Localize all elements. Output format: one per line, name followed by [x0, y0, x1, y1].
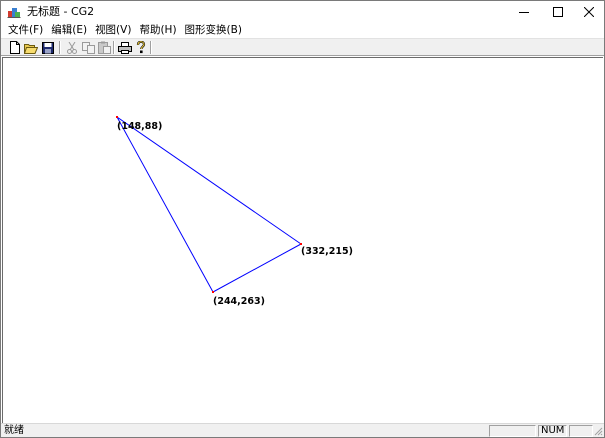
- print-button[interactable]: [117, 40, 133, 55]
- num-lock-indicator: NUM: [538, 425, 567, 437]
- cut-button[interactable]: [64, 40, 80, 55]
- new-button[interactable]: [7, 40, 23, 55]
- toolbar-separator: [150, 41, 152, 54]
- save-button[interactable]: [40, 40, 56, 55]
- vertex-point[interactable]: [300, 243, 302, 245]
- window-title: 无标题 - CG2: [27, 5, 95, 18]
- copy-icon: [81, 41, 95, 54]
- drawing-canvas[interactable]: (148,88) (332,215) (244,263): [2, 57, 603, 423]
- minimize-icon: [519, 12, 529, 13]
- vertex-label: (244,263): [213, 296, 265, 307]
- minimize-button[interactable]: [507, 1, 541, 23]
- menu-view[interactable]: 视图(V): [91, 24, 135, 37]
- status-pane-empty: [489, 425, 536, 437]
- vertex-label: (332,215): [301, 246, 353, 257]
- print-icon: [118, 41, 132, 54]
- paste-button[interactable]: [96, 40, 112, 55]
- save-icon: [42, 41, 54, 54]
- toolbar-separator: [113, 41, 115, 54]
- toolbar-separator: [59, 41, 61, 54]
- menu-edit[interactable]: 编辑(E): [47, 24, 91, 37]
- help-icon: [136, 41, 146, 54]
- triangle-edge: [212, 243, 302, 293]
- app-icon[interactable]: [7, 5, 21, 19]
- triangle-edge: [116, 116, 214, 293]
- copy-button[interactable]: [80, 40, 96, 55]
- paste-icon: [97, 41, 111, 54]
- resize-grip-icon[interactable]: [593, 426, 603, 436]
- vertex-point[interactable]: [212, 291, 214, 293]
- maximize-button[interactable]: [541, 1, 575, 23]
- menu-transform[interactable]: 图形变换(B): [181, 24, 246, 37]
- menu-help[interactable]: 帮助(H): [135, 24, 180, 37]
- menu-file[interactable]: 文件(F): [4, 24, 47, 37]
- open-icon: [24, 43, 38, 54]
- maximize-icon: [553, 7, 563, 17]
- toolbar: [1, 38, 604, 56]
- status-pane-empty: [569, 425, 593, 437]
- vertex-point[interactable]: [116, 116, 118, 118]
- drawing-surface[interactable]: (148,88) (332,215) (244,263): [3, 58, 604, 424]
- vertex-label: (148,88): [117, 121, 162, 132]
- close-button[interactable]: [573, 1, 604, 23]
- open-button[interactable]: [23, 40, 39, 55]
- status-text: 就绪: [4, 425, 24, 436]
- title-bar[interactable]: 无标题 - CG2: [1, 1, 604, 23]
- close-icon: [583, 7, 594, 17]
- help-button[interactable]: [133, 40, 149, 55]
- app-window: 无标题 - CG2 文件(F) 编辑(E) 视图(V) 帮助(H) 图形变换(B…: [0, 0, 605, 438]
- cut-icon: [67, 41, 77, 54]
- status-bar: 就绪 NUM: [1, 423, 604, 437]
- menu-bar: 文件(F) 编辑(E) 视图(V) 帮助(H) 图形变换(B): [1, 23, 604, 38]
- triangle-edge: [116, 116, 302, 245]
- new-icon: [10, 41, 20, 54]
